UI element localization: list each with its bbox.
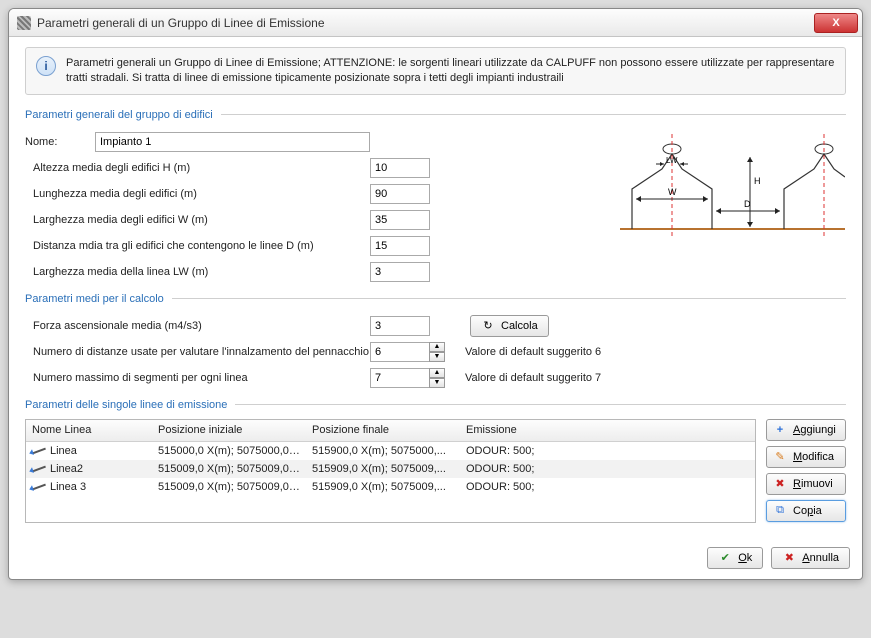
svg-text:H: H [754, 176, 761, 186]
titlebar: Parametri generali di un Gruppo di Linee… [9, 9, 862, 37]
close-button[interactable]: X [814, 13, 858, 33]
seg-hint: Valore di default suggerito 7 [465, 372, 601, 384]
width-w-label: Larghezza media degli edifici W (m) [25, 214, 370, 226]
nome-input[interactable] [95, 132, 370, 152]
col-posiniz[interactable]: Posizione iniziale [152, 422, 306, 438]
dist-hint: Valore di default suggerito 6 [465, 346, 601, 358]
copy-button[interactable]: ⧉Copia [766, 500, 846, 522]
add-button[interactable]: +Aggiungi [766, 419, 846, 441]
cancel-button[interactable]: ✖Annulla [771, 547, 850, 569]
remove-icon: ✖ [773, 477, 787, 490]
seg-spin-up[interactable]: ▲ [429, 368, 445, 378]
dist-spin-down[interactable]: ▼ [429, 352, 445, 362]
remove-button[interactable]: ✖Rimuovi [766, 473, 846, 495]
height-h-label: Altezza media degli edifici H (m) [25, 162, 370, 174]
table-row[interactable]: Linea 3 515009,0 X(m); 5075009,0 ... 515… [26, 478, 755, 496]
col-name[interactable]: Nome Linea [26, 422, 152, 438]
svg-text:LW: LW [666, 156, 678, 165]
table-actions: +Aggiungi ✎Modifica ✖Rimuovi ⧉Copia [766, 419, 846, 523]
height-h-input[interactable] [370, 158, 430, 178]
linewidth-lw-label: Larghezza media della linea LW (m) [25, 266, 370, 278]
line-icon [32, 465, 46, 472]
plus-icon: + [773, 424, 787, 436]
length-label: Lunghezza media degli edifici (m) [25, 188, 370, 200]
group-title-calc: Parametri medi per il calcolo [25, 293, 172, 305]
svg-text:W: W [668, 187, 677, 197]
seg-label: Numero massimo di segmenti per ogni line… [25, 372, 370, 384]
nome-label: Nome: [25, 136, 95, 148]
col-emiss[interactable]: Emissione [460, 422, 755, 438]
pencil-icon: ✎ [773, 450, 787, 463]
seg-spinner[interactable] [370, 368, 430, 388]
info-icon: i [36, 56, 56, 76]
group-title-lines: Parametri delle singole linee di emissio… [25, 399, 235, 411]
copy-icon: ⧉ [773, 504, 787, 517]
line-icon [32, 483, 46, 490]
edit-button[interactable]: ✎Modifica [766, 446, 846, 468]
col-posfin[interactable]: Posizione finale [306, 422, 460, 438]
table-row[interactable]: Linea2 515009,0 X(m); 5075009,0 ... 5159… [26, 460, 755, 478]
window-title: Parametri generali di un Gruppo di Linee… [37, 16, 814, 30]
force-input[interactable] [370, 316, 430, 336]
table-row[interactable]: Linea 515000,0 X(m); 5075000,0 ... 51590… [26, 442, 755, 460]
group-lines: Parametri delle singole linee di emissio… [25, 399, 846, 523]
dialog-window: Parametri generali di un Gruppo di Linee… [8, 8, 863, 580]
lines-table[interactable]: Nome Linea Posizione iniziale Posizione … [25, 419, 756, 523]
length-input[interactable] [370, 184, 430, 204]
check-icon: ✔ [718, 551, 732, 564]
distance-d-label: Distanza mdia tra gli edifici che conten… [25, 240, 370, 252]
calc-button[interactable]: ↻ Calcola [470, 315, 549, 337]
dist-label: Numero di distanze usate per valutare l'… [25, 346, 370, 358]
seg-spin-down[interactable]: ▼ [429, 378, 445, 388]
calc-icon: ↻ [481, 319, 495, 332]
group-calc-params: Parametri medi per il calcolo Forza asce… [25, 293, 846, 391]
dialog-footer: ✔Ok ✖Annulla [9, 539, 862, 579]
line-icon [32, 447, 46, 454]
force-label: Forza ascensionale media (m4/s3) [25, 320, 370, 332]
linewidth-lw-input[interactable] [370, 262, 430, 282]
ok-button[interactable]: ✔Ok [707, 547, 763, 569]
dist-spin-up[interactable]: ▲ [429, 342, 445, 352]
distance-d-input[interactable] [370, 236, 430, 256]
app-icon [17, 16, 31, 30]
group-title-general: Parametri generali del gruppo di edifici [25, 109, 221, 121]
dist-spinner[interactable] [370, 342, 430, 362]
table-header: Nome Linea Posizione iniziale Posizione … [26, 420, 755, 442]
group-general-params: Parametri generali del gruppo di edifici… [25, 109, 846, 285]
width-w-input[interactable] [370, 210, 430, 230]
cancel-icon: ✖ [782, 551, 796, 564]
svg-text:D: D [744, 199, 751, 209]
info-text: Parametri generali un Gruppo di Linee di… [66, 56, 835, 86]
info-banner: i Parametri generali un Gruppo di Linee … [25, 47, 846, 95]
building-diagram: W LW H [610, 129, 846, 252]
